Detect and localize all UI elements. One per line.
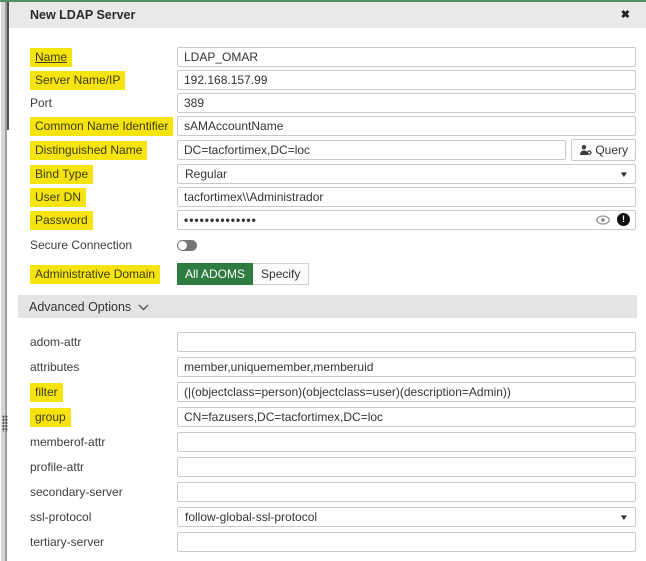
server-ip-input[interactable] — [177, 70, 636, 90]
ssl-protocol-select[interactable]: follow-global-ssl-protocol ▼ — [177, 507, 636, 527]
advanced-options-title: Advanced Options — [29, 299, 132, 314]
bind-type-label: Bind Type — [30, 164, 94, 184]
server-ip-label: Server Name/IP — [30, 70, 126, 90]
bind-type-value: Regular — [185, 167, 228, 181]
user-dn-input[interactable] — [177, 187, 636, 207]
chevron-down-icon: ▼ — [618, 169, 630, 179]
field-row-secure-connection: Secure Connection — [30, 235, 636, 255]
field-row-admin-domain: Administrative Domain All ADOMS Specify — [30, 263, 636, 285]
dn-input[interactable] — [177, 140, 567, 160]
query-button[interactable]: Query — [571, 139, 636, 161]
ssl-protocol-value: follow-global-ssl-protocol — [185, 510, 318, 524]
chevron-down-icon: ▼ — [618, 512, 630, 522]
field-row-adom-attr: adom-attr — [30, 332, 636, 352]
cnid-input[interactable] — [177, 116, 636, 136]
dialog-titlebar: New LDAP Server ✖ — [9, 2, 646, 28]
bind-type-select[interactable]: Regular ▼ — [177, 164, 636, 184]
dn-label: Distinguished Name — [30, 140, 148, 160]
secondary-server-input[interactable] — [177, 482, 636, 502]
secure-connection-toggle[interactable] — [177, 239, 197, 251]
password-label: Password — [30, 210, 93, 230]
password-alert-icon: ! — [617, 213, 630, 226]
left-splitter — [0, 0, 9, 561]
close-icon[interactable]: ✖ — [621, 9, 630, 21]
dialog-top-accent — [0, 0, 646, 2]
field-row-dn: Distinguished Name DC=tacfortimex,DC=loc… — [30, 139, 636, 161]
field-row-tertiary-server: tertiary-server — [30, 532, 636, 552]
user-dn-label: User DN — [30, 187, 87, 207]
field-row-password: Password ! — [30, 210, 636, 230]
advanced-options-header[interactable]: Advanced Options — [18, 295, 637, 318]
name-input[interactable] — [177, 47, 636, 67]
adom-attr-input[interactable] — [177, 332, 636, 352]
all-adoms-button[interactable]: All ADOMS — [177, 263, 254, 285]
user-gear-icon — [580, 145, 593, 156]
field-row-server: Server Name/IP — [30, 70, 636, 90]
field-row-bind-type: Bind Type Regular ▼ — [30, 164, 636, 184]
eye-icon[interactable] — [596, 214, 610, 226]
admin-domain-label: Administrative Domain — [30, 264, 161, 284]
group-label: group — [30, 407, 71, 427]
attributes-input[interactable] — [177, 357, 636, 377]
profile-attr-input[interactable] — [177, 457, 636, 477]
group-input[interactable] — [177, 407, 636, 427]
port-input[interactable] — [177, 93, 636, 113]
field-row-cnid: Common Name Identifier — [30, 116, 636, 136]
field-row-secondary-server: secondary-server — [30, 482, 636, 502]
profile-attr-label: profile-attr — [30, 460, 85, 474]
toggle-knob — [178, 240, 187, 250]
chevron-down-icon — [138, 304, 149, 311]
field-row-memberof-attr: memberof-attr — [30, 432, 636, 452]
name-label: Name — [30, 47, 73, 67]
field-row-ssl-protocol: ssl-protocol follow-global-ssl-protocol … — [30, 507, 636, 527]
new-ldap-server-dialog: New LDAP Server ✖ Name Server Name/IP Po… — [9, 2, 646, 557]
left-splitter-track — [1, 0, 7, 561]
specify-button[interactable]: Specify — [253, 263, 310, 285]
memberof-attr-input[interactable] — [177, 432, 636, 452]
field-row-group: group — [30, 407, 636, 427]
field-row-user-dn: User DN — [30, 187, 636, 207]
memberof-attr-label: memberof-attr — [30, 435, 106, 449]
secure-connection-label: Secure Connection — [30, 238, 133, 252]
tertiary-server-label: tertiary-server — [30, 535, 105, 549]
ldap-form: Name Server Name/IP Port Common Name Ide… — [9, 28, 646, 552]
field-row-attributes: attributes — [30, 357, 636, 377]
admin-domain-segmented-control: All ADOMS Specify — [177, 263, 310, 285]
tertiary-server-input[interactable] — [177, 532, 636, 552]
dialog-title: New LDAP Server — [30, 8, 136, 22]
password-input[interactable] — [177, 210, 636, 230]
attributes-label: attributes — [30, 360, 80, 374]
secondary-server-label: secondary-server — [30, 485, 123, 499]
splitter-grip-icon[interactable] — [2, 415, 8, 432]
field-row-name: Name — [30, 47, 636, 67]
filter-label: filter — [30, 382, 63, 402]
port-label: Port — [30, 96, 53, 110]
adom-attr-label: adom-attr — [30, 335, 82, 349]
ssl-protocol-label: ssl-protocol — [30, 510, 92, 524]
query-button-label: Query — [595, 143, 628, 157]
field-row-filter: filter — [30, 382, 636, 402]
filter-input[interactable] — [177, 382, 636, 402]
field-row-profile-attr: profile-attr — [30, 457, 636, 477]
cnid-label: Common Name Identifier — [30, 116, 174, 136]
field-row-port: Port — [30, 93, 636, 113]
